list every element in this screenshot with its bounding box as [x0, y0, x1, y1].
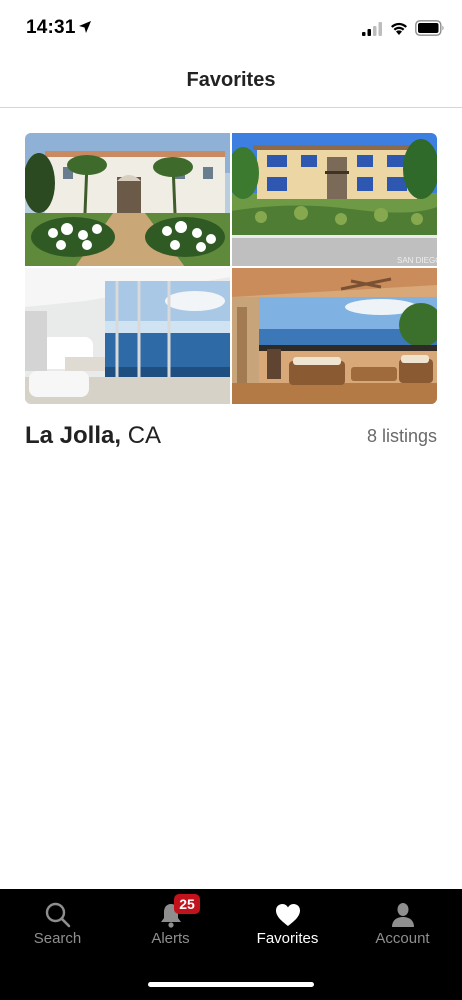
- mediterranean-villa-photo: [25, 133, 231, 267]
- status-time: 14:31: [26, 17, 76, 38]
- photo-grid[interactable]: SAN DIEGO: [25, 133, 437, 404]
- collection-location: La Jolla, CA: [25, 422, 161, 450]
- photo-watermark: SAN DIEGO: [397, 256, 437, 265]
- alerts-badge: 25: [174, 894, 200, 914]
- battery-icon: [415, 20, 444, 36]
- patio-ocean-view-photo: [231, 267, 437, 404]
- ocean-view-living-room-photo: [25, 267, 231, 404]
- favorites-collection-card[interactable]: SAN DIEGO: [25, 133, 437, 462]
- tab-account[interactable]: Account: [345, 889, 460, 959]
- collection-state: CA: [127, 422, 162, 449]
- signal-icon: [362, 22, 382, 36]
- tab-search[interactable]: Search: [0, 889, 115, 959]
- collection-city: La Jolla,: [25, 422, 122, 449]
- tab-favorites[interactable]: Favorites: [230, 889, 345, 959]
- modern-house-hillside-photo: SAN DIEGO: [231, 133, 437, 267]
- wifi-icon: [391, 22, 407, 35]
- tab-search-label: Search: [33, 930, 82, 947]
- home-indicator: [148, 982, 314, 987]
- status-bar: 14:31: [0, 0, 462, 56]
- grid-divider: [25, 266, 437, 268]
- tab-account-label: Account: [375, 930, 430, 947]
- heart-icon: [275, 904, 300, 926]
- tab-bar: Search 25 Alerts Favorites Account: [0, 889, 462, 1000]
- tab-alerts[interactable]: 25 Alerts: [113, 889, 228, 959]
- grid-divider: [230, 133, 232, 404]
- card-footer: La Jolla, CA 8 listings: [25, 418, 437, 462]
- person-icon: [391, 903, 414, 927]
- tab-alerts-label: Alerts: [151, 930, 190, 947]
- location-arrow-icon: [79, 21, 91, 33]
- listings-count: 8 listings: [366, 426, 437, 446]
- tab-favorites-label: Favorites: [256, 930, 319, 947]
- nav-header: Favorites: [0, 56, 462, 108]
- search-icon: [45, 902, 70, 928]
- page-title: Favorites: [186, 69, 276, 91]
